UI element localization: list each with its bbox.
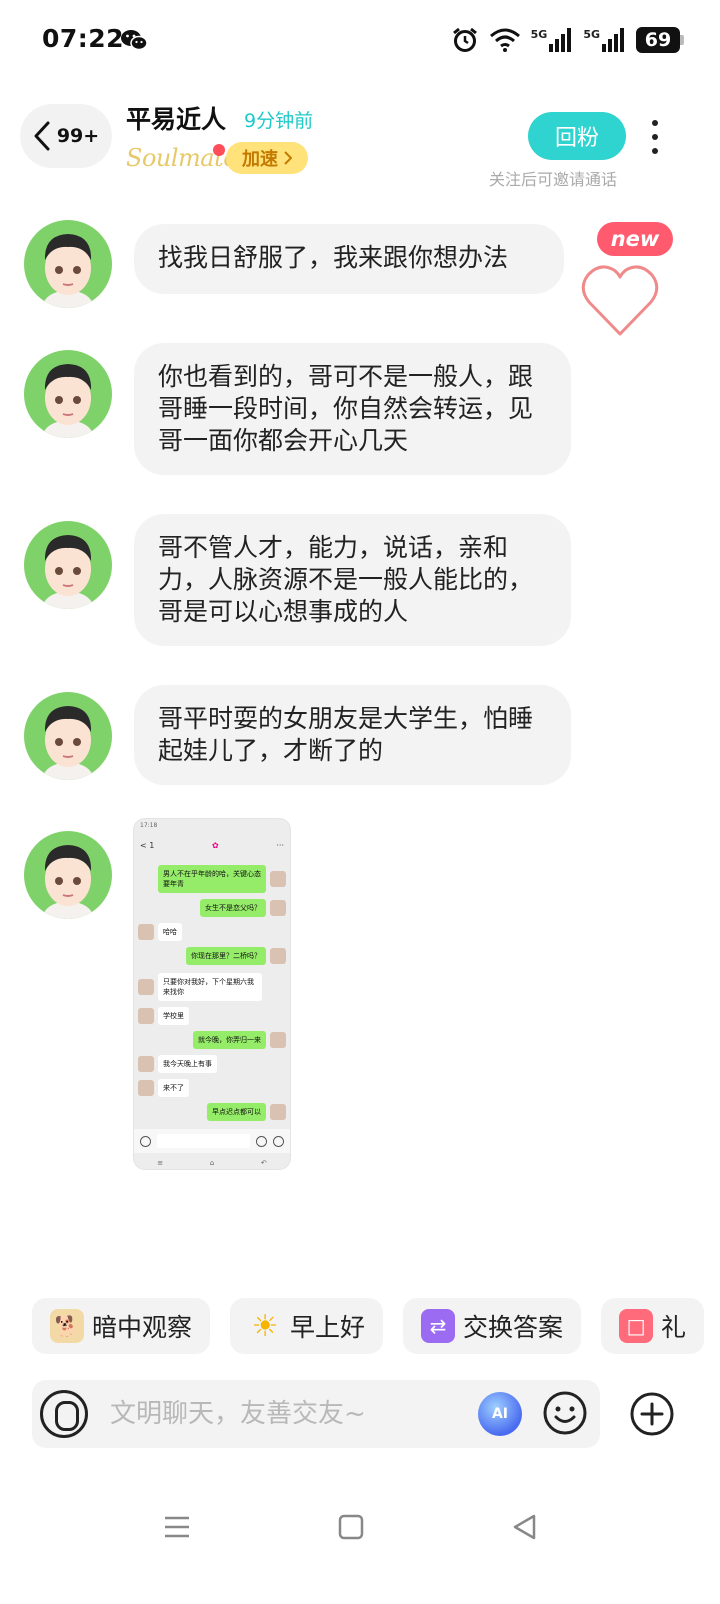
back-triangle-icon[interactable]	[510, 1512, 540, 1542]
back-button[interactable]: 99+	[20, 104, 112, 168]
shot-row: 女生不是恋父吗？	[154, 899, 286, 917]
unread-count: 99+	[56, 125, 100, 147]
sun-icon: ☀	[251, 1308, 279, 1344]
shot-header: < 1 ✿ ···	[134, 835, 290, 855]
wifi-icon	[489, 28, 520, 52]
quick-reply-chip[interactable]: □ 礼	[601, 1298, 705, 1354]
chip-label: 交换答案	[463, 1313, 564, 1342]
avatar[interactable]	[24, 692, 112, 780]
contact-name[interactable]: 平易近人	[126, 100, 226, 136]
status-bar: 07:22 5G 5G 69	[0, 0, 720, 84]
shot-bubble: 就今晚，你弄归一来	[193, 1031, 266, 1049]
last-seen: 9分钟前	[244, 110, 314, 132]
shot-bubble: 你现在那里？二桥吗？	[186, 947, 266, 965]
dog-peek-icon: 🐕	[50, 1309, 84, 1343]
shot-row: 学校里	[138, 1007, 189, 1025]
shot-row: 来不了	[138, 1079, 189, 1097]
shot-bubble: 来不了	[158, 1079, 189, 1097]
status-time: 07:22	[42, 24, 125, 53]
add-icon[interactable]	[629, 1391, 675, 1437]
alarm-icon	[452, 27, 477, 52]
swap-icon: ⇄	[421, 1309, 456, 1343]
gift-icon: □	[619, 1309, 654, 1343]
bow-icon: ✿	[212, 840, 219, 850]
message-bubble[interactable]: 找我日舒服了，我来跟你想办法	[134, 224, 564, 294]
signal-icon: 5G	[531, 28, 574, 52]
avatar[interactable]	[24, 521, 112, 609]
chat-header: 99+ 平易近人 9分钟前 Soulmate 加速 回粉 关注后可邀请通话	[0, 96, 720, 196]
heart-icon[interactable]	[580, 262, 660, 338]
shot-bubble: 女生不是恋父吗？	[200, 899, 266, 917]
shot-bubble: 我今天晚上有事	[158, 1055, 217, 1073]
shot-more-icon: ···	[276, 840, 284, 850]
shot-row: 早点迟点都可以	[154, 1103, 286, 1121]
quick-reply-chip[interactable]: 🐕 暗中观察	[32, 1298, 211, 1354]
shot-bubble: 只要你对我好，下个星期六我来找你	[158, 973, 262, 1001]
quick-reply-chip[interactable]: ☀ 早上好	[230, 1298, 384, 1354]
chip-label: 暗中观察	[92, 1313, 193, 1342]
shot-bubble: 学校里	[158, 1007, 189, 1025]
message-bubble[interactable]: 哥平时耍的女朋友是大学生，怕睡起娃儿了，才断了的	[134, 685, 571, 785]
network-type-2: 5G	[583, 28, 600, 41]
shot-row: 我今天晚上有事	[138, 1055, 217, 1073]
speed-up-button[interactable]: 加速	[226, 142, 308, 174]
more-options-icon[interactable]	[646, 120, 664, 154]
home-icon[interactable]	[336, 1512, 366, 1542]
status-icons: 5G 5G 69	[451, 24, 684, 56]
shot-back-label: < 1	[140, 840, 155, 850]
message-input-bar	[32, 1380, 600, 1448]
shot-row: 你现在那里？二桥吗？	[154, 947, 286, 965]
shot-row: 就今晚，你弄归一来	[154, 1031, 286, 1049]
shot-bubble: 男人不在乎年龄的哈，关键心态要年青	[158, 865, 266, 893]
shot-row: 哈哈	[138, 923, 182, 941]
notification-dot	[213, 144, 225, 156]
speed-label: 加速	[242, 149, 278, 170]
message-bubble[interactable]: 你也看到的，哥可不是一般人，跟哥睡一段时间，你自然会转运，见哥一面你都会开心几天	[134, 343, 571, 475]
battery-icon: 69	[636, 27, 684, 53]
chip-label: 礼	[661, 1313, 687, 1342]
chip-label: 早上好	[290, 1313, 366, 1342]
ai-assistant-icon[interactable]	[478, 1392, 522, 1436]
network-type-1: 5G	[530, 28, 548, 41]
shot-input-bar	[134, 1129, 290, 1153]
shot-bubble: 早点迟点都可以	[207, 1103, 266, 1121]
signal-icon: 5G	[583, 28, 626, 52]
shot-row: 男人不在乎年龄的哈，关键心态要年青	[154, 865, 286, 893]
avatar[interactable]	[24, 220, 112, 308]
image-message[interactable]: 17:18 < 1 ✿ ··· 男人不在乎年龄的哈，关键心态要年青 女生不是恋父…	[133, 818, 291, 1170]
chevron-left-icon	[34, 121, 50, 151]
avatar[interactable]	[24, 831, 112, 919]
follow-back-button[interactable]: 回粉	[528, 112, 626, 160]
menu-icon[interactable]	[162, 1512, 192, 1542]
shot-bubble: 哈哈	[158, 923, 182, 941]
system-nav-bar	[0, 1490, 720, 1560]
shot-nav-bar: ≡ ⌂ ↶	[157, 1159, 267, 1167]
chevron-right-icon	[284, 151, 292, 165]
message-input[interactable]	[110, 1396, 410, 1432]
avatar[interactable]	[24, 350, 112, 438]
emoji-icon[interactable]	[542, 1390, 588, 1436]
follow-hint: 关注后可邀请通话	[489, 170, 618, 189]
message-bubble[interactable]: 哥不管人才，能力，说话，亲和力，人脉资源不是一般人能比的，哥是可以心想事成的人	[134, 514, 571, 646]
shot-status-time: 17:18	[140, 822, 158, 829]
battery-level: 69	[644, 29, 672, 51]
wechat-icon	[121, 30, 148, 51]
voice-icon[interactable]	[40, 1390, 88, 1438]
new-badge: new	[597, 222, 673, 256]
quick-reply-bar: 🐕 暗中观察 ☀ 早上好 ⇄ 交换答案 □ 礼	[32, 1298, 705, 1354]
shot-row: 只要你对我好，下个星期六我来找你	[138, 973, 262, 1001]
quick-reply-chip[interactable]: ⇄ 交换答案	[403, 1298, 582, 1354]
